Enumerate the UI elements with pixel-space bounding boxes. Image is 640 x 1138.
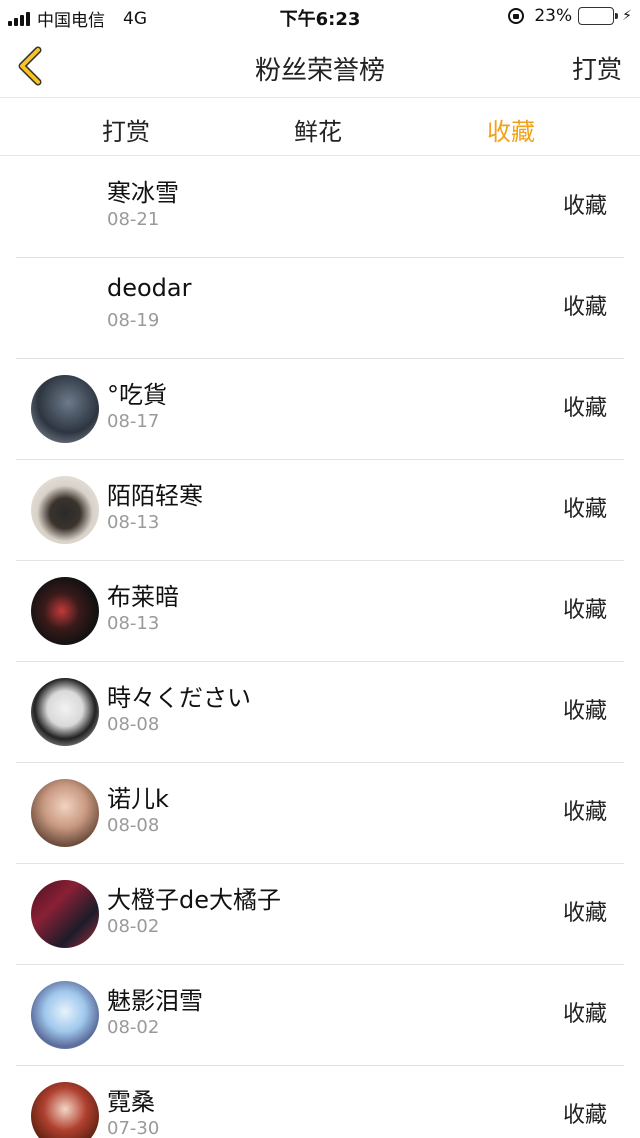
user-name: 陌陌轻寒 xyxy=(107,482,203,510)
favorite-label[interactable]: 收藏 xyxy=(563,289,607,321)
date-label: 07-30 xyxy=(107,1118,160,1138)
tab-favorites[interactable]: 收藏 xyxy=(487,112,535,147)
favorite-label[interactable]: 收藏 xyxy=(563,693,607,725)
date-label: 08-08 xyxy=(107,714,160,735)
user-name: 魅影泪雪 xyxy=(107,987,203,1015)
reward-button[interactable]: 打赏 xyxy=(572,50,622,86)
user-name: 寒冰雪 xyxy=(107,179,179,207)
list-item[interactable]: deodar 08-19 收藏 xyxy=(16,258,624,359)
list-item[interactable]: °吃貨 08-17 收藏 xyxy=(16,359,624,460)
list-item[interactable]: 霓桑 07-30 收藏 xyxy=(16,1066,624,1138)
user-name: °吃貨 xyxy=(107,381,167,409)
list-item[interactable]: 時々ください 08-08 收藏 xyxy=(16,662,624,763)
tab-flowers[interactable]: 鲜花 xyxy=(294,112,342,147)
date-label: 08-19 xyxy=(107,310,160,331)
avatar[interactable] xyxy=(31,375,99,443)
avatar[interactable] xyxy=(31,779,99,847)
network-label: 4G xyxy=(123,8,147,29)
list-item[interactable]: 陌陌轻寒 08-13 收藏 xyxy=(16,460,624,561)
user-name: 布莱暗 xyxy=(107,583,179,611)
favorite-label[interactable]: 收藏 xyxy=(563,1097,607,1129)
avatar[interactable] xyxy=(31,678,99,746)
carrier-label: 中国电信 xyxy=(37,11,105,31)
favorite-label[interactable]: 收藏 xyxy=(563,491,607,523)
charging-bolt-icon: ⚡ xyxy=(622,8,632,24)
tab-reward[interactable]: 打赏 xyxy=(102,112,150,147)
avatar[interactable] xyxy=(31,981,99,1049)
back-button[interactable] xyxy=(12,44,52,88)
favorite-label[interactable]: 收藏 xyxy=(563,895,607,927)
date-label: 08-02 xyxy=(107,1017,160,1038)
date-label: 08-13 xyxy=(107,512,160,533)
list-item[interactable]: 魅影泪雪 08-02 收藏 xyxy=(16,965,624,1066)
avatar[interactable] xyxy=(31,880,99,948)
status-left: 中国电信 4G xyxy=(8,6,147,31)
signal-icon xyxy=(8,11,32,26)
user-name: 霓桑 xyxy=(107,1088,155,1116)
avatar[interactable] xyxy=(31,577,99,645)
battery-percent: 23% xyxy=(534,6,573,26)
user-name: 時々ください xyxy=(107,684,251,712)
list-item[interactable]: 寒冰雪 08-21 收藏 xyxy=(16,157,624,258)
list-item[interactable]: 布莱暗 08-13 收藏 xyxy=(16,561,624,662)
date-label: 08-13 xyxy=(107,613,160,634)
nav-bar: 粉丝荣誉榜 打赏 xyxy=(0,34,640,98)
favorite-label[interactable]: 收藏 xyxy=(563,390,607,422)
favorite-label[interactable]: 收藏 xyxy=(563,592,607,624)
chevron-left-icon xyxy=(18,46,42,86)
battery-icon xyxy=(578,7,619,25)
user-name: 大橙子de大橘子 xyxy=(107,886,281,914)
status-right: 23% ⚡ xyxy=(508,6,632,26)
date-label: 08-02 xyxy=(107,916,160,937)
tab-bar: 打赏 鲜花 收藏 xyxy=(0,99,640,156)
user-name: deodar xyxy=(107,274,192,302)
list-item[interactable]: 诺儿k 08-08 收藏 xyxy=(16,763,624,864)
favorite-label[interactable]: 收藏 xyxy=(563,996,607,1028)
avatar[interactable] xyxy=(31,476,99,544)
page-title: 粉丝荣誉榜 xyxy=(254,56,385,86)
status-bar: 中国电信 4G 下午6:23 23% ⚡ xyxy=(0,0,640,34)
fan-list: 寒冰雪 08-21 收藏 deodar 08-19 收藏 °吃貨 08-17 收藏 陌陌轻寒 08-… xyxy=(0,157,640,1138)
rotation-lock-icon xyxy=(508,8,525,24)
favorite-label[interactable]: 收藏 xyxy=(563,794,607,826)
user-name: 诺儿k xyxy=(107,785,169,813)
date-label: 08-17 xyxy=(107,411,160,432)
avatar[interactable] xyxy=(31,1082,99,1138)
date-label: 08-08 xyxy=(107,815,160,836)
favorite-label[interactable]: 收藏 xyxy=(563,188,607,220)
list-item[interactable]: 大橙子de大橘子 08-02 收藏 xyxy=(16,864,624,965)
date-label: 08-21 xyxy=(107,209,160,230)
